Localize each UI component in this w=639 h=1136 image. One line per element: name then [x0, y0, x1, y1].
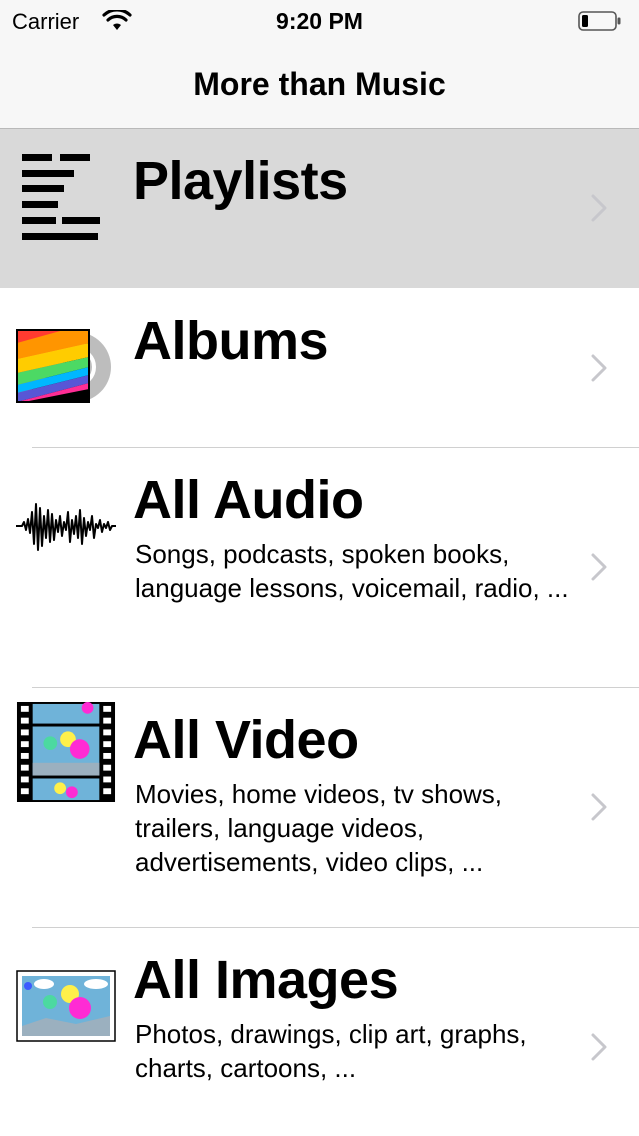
- row-title: All Audio: [133, 470, 364, 530]
- chevron-right-icon: [591, 194, 607, 222]
- status-bar: Carrier 9:20 PM: [0, 0, 639, 42]
- row-title: All Video: [133, 710, 359, 770]
- list-item-playlists[interactable]: Playlists: [0, 129, 639, 288]
- chevron-right-icon: [591, 354, 607, 382]
- list-item-albums[interactable]: Albums: [0, 289, 639, 447]
- playlist-lines-icon: [22, 154, 100, 240]
- chevron-right-icon: [591, 1033, 607, 1061]
- row-subtitle: Photos, drawings, clip art, graphs, char…: [135, 1019, 527, 1083]
- page-title: More than Music: [193, 66, 446, 102]
- row-subtitle: Songs, podcasts, spoken books, language …: [135, 539, 569, 603]
- row-subtitle: Movies, home videos, tv shows, trailers,…: [135, 779, 503, 877]
- list-item-all-video[interactable]: All Video Movies, home videos, tv shows,…: [0, 688, 639, 927]
- row-title: Albums: [133, 311, 329, 371]
- row-title: All Images: [133, 950, 399, 1010]
- navigation-bar: More than Music: [0, 42, 639, 129]
- list-item-all-images[interactable]: All Images Photos, drawings, clip art, g…: [0, 928, 639, 1136]
- battery-low-icon: [578, 11, 621, 31]
- row-title: Playlists: [133, 151, 348, 211]
- chevron-right-icon: [591, 793, 607, 821]
- film-strip-icon: [16, 702, 116, 802]
- picture-icon: [16, 970, 116, 1042]
- status-time: 9:20 PM: [276, 8, 363, 34]
- chevron-right-icon: [591, 553, 607, 581]
- audio-waveform-icon: [16, 503, 116, 551]
- album-cover-icon: [16, 329, 111, 403]
- list-item-all-audio[interactable]: All Audio Songs, podcasts, spoken books,…: [0, 448, 639, 687]
